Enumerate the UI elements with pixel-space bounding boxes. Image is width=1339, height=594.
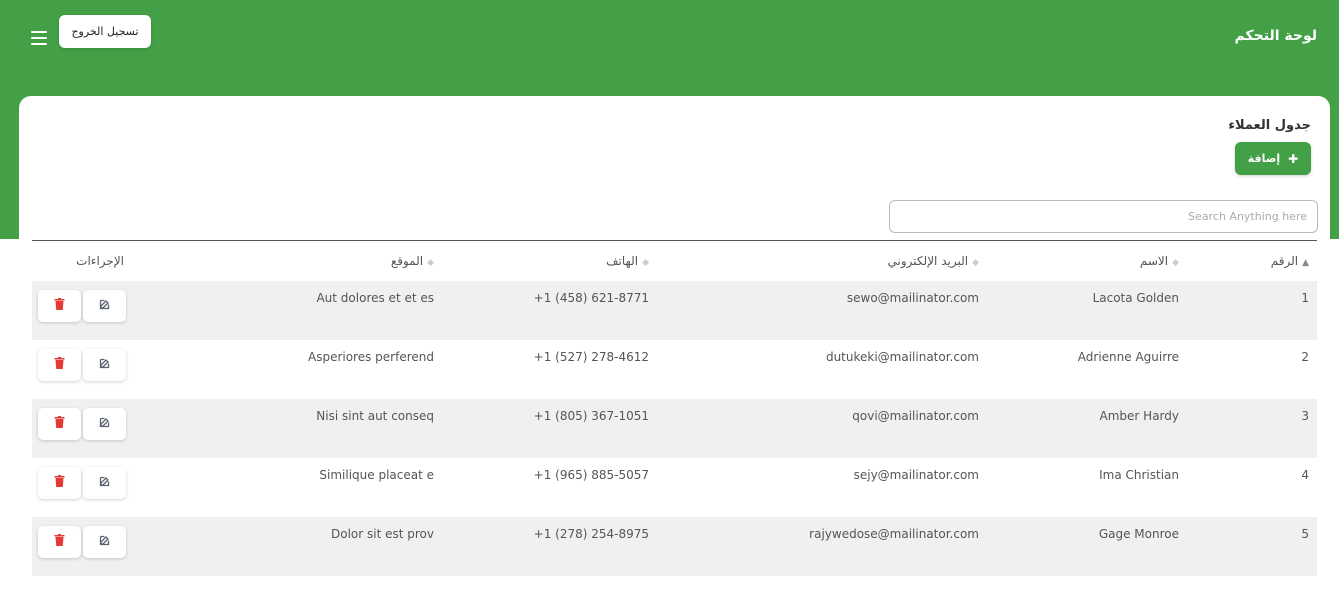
sort-arrows-icon: ◆ xyxy=(427,257,434,268)
phone-value: +1 (805) 367-1051 xyxy=(533,408,649,423)
table-body: 1 Lacota Golden sewo@mailinator.com +1 (458… xyxy=(32,280,1317,576)
cell-email: sewo@mailinator.com xyxy=(657,280,987,340)
edit-button[interactable] xyxy=(83,525,126,558)
delete-button[interactable] xyxy=(38,525,81,558)
phone-value: +1 (965) 885-5057 xyxy=(533,467,649,482)
cell-site: Aut dolores et et es xyxy=(132,280,442,340)
sort-asc-icon: ▲ xyxy=(1302,257,1309,268)
customers-card: جدول العملاء إضافة ✚ ▲الرقم ◆الاسم ◆البر… xyxy=(19,96,1330,594)
cell-phone: +1 (278) 254-8975 xyxy=(442,516,657,576)
trash-icon xyxy=(54,298,65,313)
cell-name: Amber Hardy xyxy=(987,398,1187,458)
edit-icon xyxy=(99,298,111,313)
customers-table-wrapper: ▲الرقم ◆الاسم ◆البريد الإلكتروني ◆الهاتف… xyxy=(32,240,1317,576)
trash-icon xyxy=(54,475,65,490)
phone-value: +1 (458) 621-8771 xyxy=(533,290,649,305)
edit-icon xyxy=(99,475,111,490)
top-navbar: لوحة التحكم تسجيل الخروج xyxy=(0,0,1339,80)
cell-email: dutukeki@mailinator.com xyxy=(657,339,987,399)
cell-email: sejy@mailinator.com xyxy=(657,457,987,517)
plus-icon: ✚ xyxy=(1288,151,1299,166)
phone-value: +1 (278) 254-8975 xyxy=(533,526,649,541)
cell-actions xyxy=(32,457,132,517)
cell-name: Lacota Golden xyxy=(987,280,1187,340)
cell-email: rajywedose@mailinator.com xyxy=(657,516,987,576)
sort-arrows-icon: ◆ xyxy=(972,257,979,268)
edit-button[interactable] xyxy=(83,466,126,499)
sort-arrows-icon: ◆ xyxy=(1172,257,1179,268)
cell-site: Asperiores perferend xyxy=(132,339,442,399)
cell-actions xyxy=(32,516,132,576)
cell-number: 5 xyxy=(1187,516,1317,576)
table-row: 5 Gage Monroe rajywedose@mailinator.com +1 … xyxy=(32,516,1317,576)
cell-phone: +1 (965) 885-5057 xyxy=(442,457,657,517)
hamburger-menu-icon[interactable] xyxy=(31,31,47,45)
delete-button[interactable] xyxy=(38,466,81,499)
add-customer-button[interactable]: إضافة ✚ xyxy=(1235,142,1311,175)
cell-actions xyxy=(32,280,132,340)
sort-arrows-icon: ◆ xyxy=(642,257,649,268)
delete-button[interactable] xyxy=(38,348,81,381)
cell-number: 2 xyxy=(1187,339,1317,399)
cell-name: Gage Monroe xyxy=(987,516,1187,576)
search-input[interactable] xyxy=(889,200,1318,233)
cell-phone: +1 (805) 367-1051 xyxy=(442,398,657,458)
cell-actions xyxy=(32,398,132,458)
edit-icon xyxy=(99,416,111,431)
edit-icon xyxy=(99,357,111,372)
trash-icon xyxy=(54,357,65,372)
trash-icon xyxy=(54,534,65,549)
edit-button[interactable] xyxy=(83,289,126,322)
cell-phone: +1 (527) 278-4612 xyxy=(442,339,657,399)
cell-number: 4 xyxy=(1187,457,1317,517)
table-row: 2 Adrienne Aguirre dutukeki@mailinator.com… xyxy=(32,339,1317,399)
cell-actions xyxy=(32,339,132,399)
cell-number: 3 xyxy=(1187,398,1317,458)
customers-table: ▲الرقم ◆الاسم ◆البريد الإلكتروني ◆الهاتف… xyxy=(32,240,1317,576)
column-header-actions: الإجراءات xyxy=(76,253,124,268)
edit-button[interactable] xyxy=(83,348,126,381)
delete-button[interactable] xyxy=(38,407,81,440)
cell-site: Similique placeat e xyxy=(132,457,442,517)
cell-site: Dolor sit est prov xyxy=(132,516,442,576)
dashboard-title: لوحة التحكم xyxy=(1234,28,1317,44)
customers-table-title: جدول العملاء xyxy=(1228,118,1311,133)
phone-value: +1 (527) 278-4612 xyxy=(533,349,649,364)
cell-number: 1 xyxy=(1187,280,1317,340)
trash-icon xyxy=(54,416,65,431)
edit-icon xyxy=(99,534,111,549)
cell-phone: +1 (458) 621-8771 xyxy=(442,280,657,340)
column-header-email[interactable]: ◆البريد الإلكتروني xyxy=(657,241,987,281)
column-header-phone[interactable]: ◆الهاتف xyxy=(442,241,657,281)
edit-button[interactable] xyxy=(83,407,126,440)
delete-button[interactable] xyxy=(38,289,81,322)
table-header-row: ▲الرقم ◆الاسم ◆البريد الإلكتروني ◆الهاتف… xyxy=(32,240,1317,281)
cell-name: Ima Christian xyxy=(987,457,1187,517)
table-row: 3 Amber Hardy qovi@mailinator.com +1 (805) … xyxy=(32,398,1317,458)
table-row: 4 Ima Christian sejy@mailinator.com +1 (965… xyxy=(32,457,1317,517)
cell-site: Nisi sint aut conseq xyxy=(132,398,442,458)
add-button-label: إضافة xyxy=(1247,152,1281,165)
column-header-number[interactable]: ▲الرقم xyxy=(1187,241,1317,281)
table-row: 1 Lacota Golden sewo@mailinator.com +1 (458… xyxy=(32,280,1317,340)
cell-email: qovi@mailinator.com xyxy=(657,398,987,458)
logout-button[interactable]: تسجيل الخروج xyxy=(59,15,151,48)
column-header-site[interactable]: ◆الموقع xyxy=(132,241,442,281)
cell-name: Adrienne Aguirre xyxy=(987,339,1187,399)
column-header-name[interactable]: ◆الاسم xyxy=(987,241,1187,281)
